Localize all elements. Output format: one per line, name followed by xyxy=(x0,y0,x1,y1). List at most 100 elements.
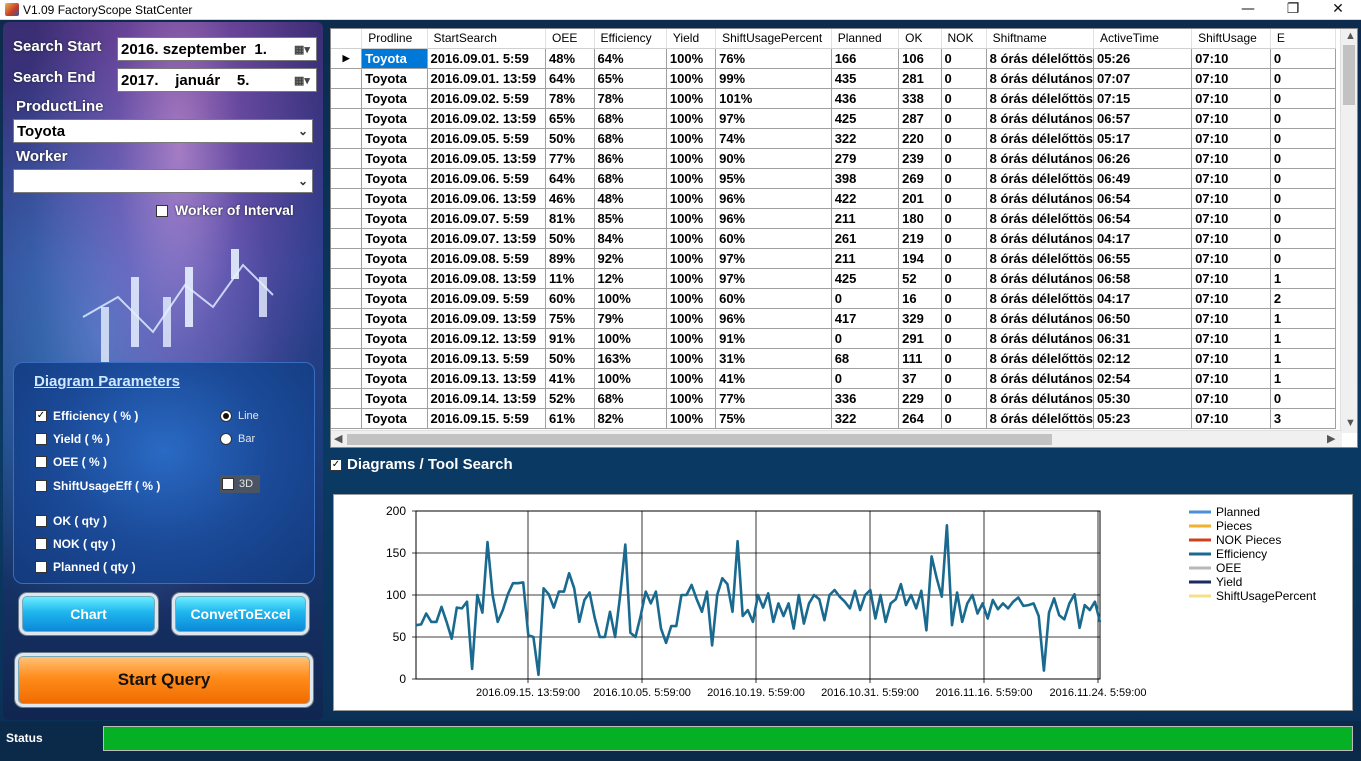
row-header[interactable] xyxy=(331,308,363,329)
table-cell-e[interactable]: 0 xyxy=(1270,248,1336,269)
table-cell-oee[interactable]: 91% xyxy=(545,328,595,349)
row-header[interactable] xyxy=(331,328,363,349)
table-row[interactable]: ▶ Toyota 2016.09.01. 5:59 48% 64% 100% 76% 166 1… xyxy=(331,48,1357,69)
table-cell-shiftusage[interactable]: 07:10 xyxy=(1191,368,1271,389)
table-cell-shiftusagepercent[interactable]: 95% xyxy=(715,168,832,189)
table-cell-e[interactable]: 0 xyxy=(1270,188,1336,209)
table-cell-prodline[interactable]: Toyota xyxy=(361,168,428,189)
column-header-activetime[interactable]: ActiveTime xyxy=(1093,29,1193,49)
table-cell-shiftusage[interactable]: 07:10 xyxy=(1191,148,1271,169)
table-cell-startsearch[interactable]: 2016.09.06. 13:59 xyxy=(427,188,546,209)
table-cell-shiftname[interactable]: 8 órás délutános xyxy=(986,68,1094,89)
table-cell-oee[interactable]: 48% xyxy=(545,48,595,69)
table-cell-prodline[interactable]: Toyota xyxy=(361,228,428,249)
table-cell-oee[interactable]: 64% xyxy=(545,68,595,89)
table-cell-efficiency[interactable]: 65% xyxy=(594,68,667,89)
productline-select[interactable]: Toyota ⌄ xyxy=(13,119,313,143)
table-row[interactable]: Toyota 2016.09.09. 13:59 75% 79% 100% 96% 417 3… xyxy=(331,308,1357,329)
table-cell-planned[interactable]: 166 xyxy=(831,48,900,69)
table-cell-shiftname[interactable]: 8 órás délutános xyxy=(986,308,1094,329)
table-cell-shiftname[interactable]: 8 órás délutános xyxy=(986,388,1094,409)
table-cell-startsearch[interactable]: 2016.09.02. 5:59 xyxy=(427,88,546,109)
table-cell-nok[interactable]: 0 xyxy=(941,408,987,429)
table-cell-nok[interactable]: 0 xyxy=(941,288,987,309)
table-cell-planned[interactable]: 211 xyxy=(831,208,900,229)
table-cell-shiftusagepercent[interactable]: 97% xyxy=(715,108,832,129)
table-cell-ok[interactable]: 287 xyxy=(898,108,942,129)
table-cell-efficiency[interactable]: 68% xyxy=(594,108,667,129)
table-cell-efficiency[interactable]: 92% xyxy=(594,248,667,269)
table-cell-shiftname[interactable]: 8 órás délelőttös xyxy=(986,208,1094,229)
table-cell-startsearch[interactable]: 2016.09.02. 13:59 xyxy=(427,108,546,129)
table-cell-startsearch[interactable]: 2016.09.01. 13:59 xyxy=(427,68,546,89)
diagram-section-checkbox[interactable]: ✓ xyxy=(330,459,342,471)
table-row[interactable]: Toyota 2016.09.08. 5:59 89% 92% 100% 97% 211 19… xyxy=(331,248,1357,269)
table-cell-startsearch[interactable]: 2016.09.12. 13:59 xyxy=(427,328,546,349)
table-cell-nok[interactable]: 0 xyxy=(941,348,987,369)
row-header[interactable] xyxy=(331,128,363,149)
table-row[interactable]: Toyota 2016.09.02. 13:59 65% 68% 100% 97% 425 2… xyxy=(331,108,1357,129)
convert-to-excel-button[interactable]: ConvetToExcel xyxy=(172,593,309,635)
start-query-button[interactable]: Start Query xyxy=(15,653,313,707)
table-cell-efficiency[interactable]: 68% xyxy=(594,388,667,409)
table-cell-planned[interactable]: 417 xyxy=(831,308,900,329)
scroll-up-icon[interactable]: ▲ xyxy=(1345,30,1356,42)
row-header[interactable] xyxy=(331,108,363,129)
table-cell-yield[interactable]: 100% xyxy=(666,208,717,229)
table-cell-oee[interactable]: 75% xyxy=(545,308,595,329)
table-cell-startsearch[interactable]: 2016.09.13. 5:59 xyxy=(427,348,546,369)
table-cell-shiftusage[interactable]: 07:10 xyxy=(1191,328,1271,349)
table-row[interactable]: Toyota 2016.09.09. 5:59 60% 100% 100% 60% 0 16 0… xyxy=(331,288,1357,309)
table-cell-yield[interactable]: 100% xyxy=(666,108,717,129)
chart-button[interactable]: Chart xyxy=(19,593,158,635)
table-cell-shiftusage[interactable]: 07:10 xyxy=(1191,88,1271,109)
table-cell-shiftusagepercent[interactable]: 90% xyxy=(715,148,832,169)
table-cell-shiftusagepercent[interactable]: 91% xyxy=(715,328,832,349)
table-cell-shiftname[interactable]: 8 órás délelőttös xyxy=(986,288,1094,309)
table-cell-prodline[interactable]: Toyota xyxy=(361,288,428,309)
table-cell-yield[interactable]: 100% xyxy=(666,268,717,289)
table-cell-planned[interactable]: 398 xyxy=(831,168,900,189)
table-cell-activetime[interactable]: 06:50 xyxy=(1093,308,1193,329)
table-cell-activetime[interactable]: 06:58 xyxy=(1093,268,1193,289)
table-cell-activetime[interactable]: 06:49 xyxy=(1093,168,1193,189)
table-row[interactable]: Toyota 2016.09.13. 5:59 50% 163% 100% 31% 68 11… xyxy=(331,348,1357,369)
table-cell-oee[interactable]: 50% xyxy=(545,128,595,149)
table-cell-e[interactable]: 0 xyxy=(1270,108,1336,129)
planned-qty-checkbox[interactable] xyxy=(35,561,47,573)
table-cell-yield[interactable]: 100% xyxy=(666,288,717,309)
table-cell-yield[interactable]: 100% xyxy=(666,248,717,269)
table-cell-e[interactable]: 0 xyxy=(1270,128,1336,149)
table-row[interactable]: Toyota 2016.09.01. 13:59 64% 65% 100% 99% 435 2… xyxy=(331,68,1357,89)
results-table[interactable]: Prodline StartSearch OEE Efficiency Yield Shi… xyxy=(330,28,1358,448)
table-cell-planned[interactable]: 279 xyxy=(831,148,900,169)
table-cell-yield[interactable]: 100% xyxy=(666,308,717,329)
table-cell-ok[interactable]: 52 xyxy=(898,268,942,289)
column-header-shiftusage[interactable]: ShiftUsage xyxy=(1191,29,1271,49)
table-cell-yield[interactable]: 100% xyxy=(666,228,717,249)
table-cell-activetime[interactable]: 07:15 xyxy=(1093,88,1193,109)
table-cell-ok[interactable]: 329 xyxy=(898,308,942,329)
table-cell-shiftusagepercent[interactable]: 76% xyxy=(715,48,832,69)
table-cell-shiftusagepercent[interactable]: 77% xyxy=(715,388,832,409)
table-cell-nok[interactable]: 0 xyxy=(941,148,987,169)
table-cell-shiftusagepercent[interactable]: 60% xyxy=(715,288,832,309)
column-header-shiftname[interactable]: Shiftname xyxy=(986,29,1094,49)
row-header[interactable] xyxy=(331,168,363,189)
table-cell-e[interactable]: 2 xyxy=(1270,288,1336,309)
column-header-efficiency[interactable]: Efficiency xyxy=(594,29,667,49)
table-cell-e[interactable]: 0 xyxy=(1270,88,1336,109)
table-cell-nok[interactable]: 0 xyxy=(941,388,987,409)
table-cell-yield[interactable]: 100% xyxy=(666,388,717,409)
table-cell-efficiency[interactable]: 48% xyxy=(594,188,667,209)
table-cell-ok[interactable]: 194 xyxy=(898,248,942,269)
table-cell-prodline[interactable]: Toyota xyxy=(361,188,428,209)
table-cell-yield[interactable]: 100% xyxy=(666,48,717,69)
horizontal-scrollbar[interactable]: ◀ ▶ xyxy=(331,430,1342,447)
table-cell-shiftname[interactable]: 8 órás délutános xyxy=(986,148,1094,169)
column-header-e[interactable]: E xyxy=(1270,29,1336,49)
chevron-down-icon[interactable]: ⌄ xyxy=(298,124,308,138)
table-cell-shiftusagepercent[interactable]: 75% xyxy=(715,408,832,429)
column-header-ok[interactable]: OK xyxy=(898,29,942,49)
table-cell-activetime[interactable]: 02:12 xyxy=(1093,348,1193,369)
